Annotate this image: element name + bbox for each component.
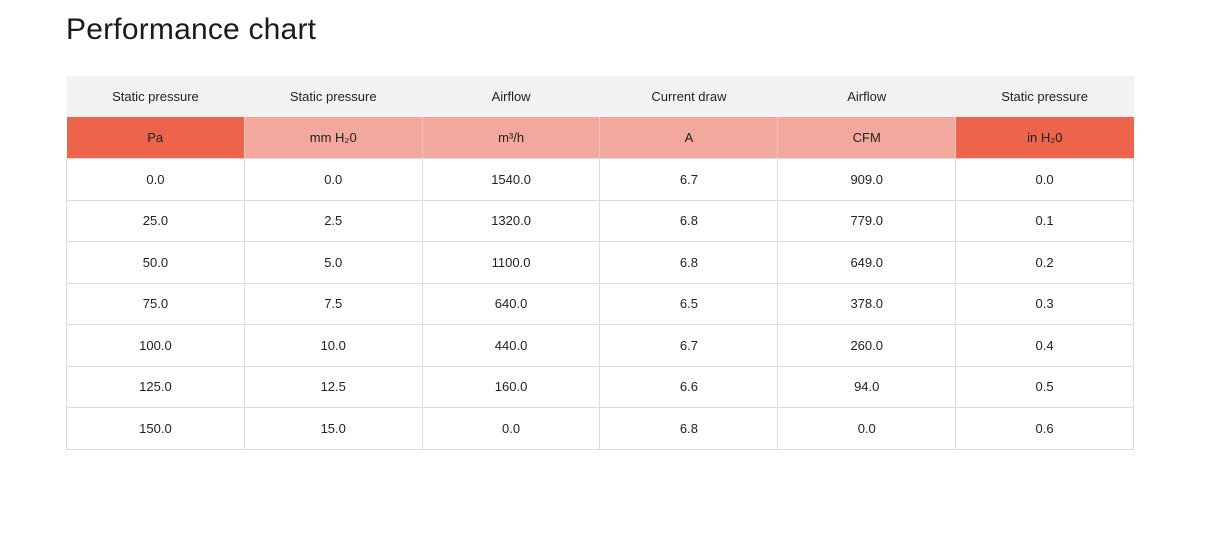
table-cell: 10.0 — [243, 324, 423, 367]
table-cell: 640.0 — [421, 282, 601, 325]
column-unit-row: Pa mm H₂0 m³/h A CFM in H₂0 — [66, 117, 1134, 159]
column-unit: Pa — [66, 117, 245, 159]
column-label-row: Static pressure Static pressure Airflow … — [66, 76, 1134, 117]
table-cell: 160.0 — [421, 365, 601, 408]
table-cell: 0.2 — [955, 241, 1134, 284]
table-cell: 2.5 — [243, 199, 423, 242]
table-cell: 125.0 — [66, 365, 245, 408]
column-unit: mm H₂0 — [243, 117, 423, 159]
column-label: Current draw — [599, 76, 778, 117]
table-row: 75.0 7.5 640.0 6.5 378.0 0.3 — [66, 282, 1134, 325]
page-title: Performance chart — [66, 13, 317, 46]
column-unit: in H₂0 — [955, 117, 1134, 159]
column-label: Airflow — [422, 76, 600, 117]
table-cell: 0.0 — [955, 158, 1134, 201]
table-cell: 0.0 — [777, 407, 957, 450]
column-label: Static pressure — [66, 76, 245, 117]
table-cell: 6.8 — [599, 407, 779, 450]
table-cell: 0.4 — [955, 324, 1134, 367]
table-cell: 779.0 — [777, 199, 957, 242]
table-row: 125.0 12.5 160.0 6.6 94.0 0.5 — [66, 365, 1134, 408]
table-cell: 1540.0 — [421, 158, 601, 201]
column-label: Static pressure — [244, 76, 423, 117]
table-cell: 0.1 — [955, 199, 1134, 242]
table-cell: 440.0 — [421, 324, 601, 367]
column-unit: CFM — [777, 117, 956, 159]
table-row: 150.0 15.0 0.0 6.8 0.0 0.6 — [66, 407, 1134, 450]
table-row: 100.0 10.0 440.0 6.7 260.0 0.4 — [66, 324, 1134, 367]
table-cell: 25.0 — [66, 199, 245, 242]
table-row: 0.0 0.0 1540.0 6.7 909.0 0.0 — [66, 158, 1134, 201]
table-cell: 0.0 — [243, 158, 423, 201]
column-unit: m³/h — [421, 117, 600, 159]
table-cell: 0.3 — [955, 282, 1134, 325]
performance-table: Static pressure Static pressure Airflow … — [66, 76, 1134, 450]
table-cell: 6.7 — [599, 324, 779, 367]
table-cell: 0.0 — [66, 158, 245, 201]
table-row: 50.0 5.0 1100.0 6.8 649.0 0.2 — [66, 241, 1134, 284]
table-cell: 75.0 — [66, 282, 245, 325]
table-cell: 7.5 — [243, 282, 423, 325]
table-header: Static pressure Static pressure Airflow … — [66, 76, 1134, 159]
table-cell: 649.0 — [777, 241, 957, 284]
column-label: Static pressure — [955, 76, 1134, 117]
table-cell: 5.0 — [243, 241, 423, 284]
column-label: Airflow — [777, 76, 956, 117]
table-cell: 6.5 — [599, 282, 779, 325]
table-cell: 50.0 — [66, 241, 245, 284]
table-cell: 0.6 — [955, 407, 1134, 450]
table-cell: 0.5 — [955, 365, 1134, 408]
table-cell: 6.8 — [599, 199, 779, 242]
table-cell: 1320.0 — [421, 199, 601, 242]
column-unit: A — [599, 117, 778, 159]
table-cell: 1100.0 — [421, 241, 601, 284]
table-cell: 12.5 — [243, 365, 423, 408]
table-cell: 260.0 — [777, 324, 957, 367]
table-row: 25.0 2.5 1320.0 6.8 779.0 0.1 — [66, 199, 1134, 242]
table-body: 0.0 0.0 1540.0 6.7 909.0 0.0 25.0 2.5 13… — [66, 158, 1134, 450]
table-cell: 6.6 — [599, 365, 779, 408]
table-cell: 6.7 — [599, 158, 779, 201]
table-cell: 0.0 — [421, 407, 601, 450]
table-cell: 100.0 — [66, 324, 245, 367]
table-cell: 94.0 — [777, 365, 957, 408]
table-cell: 15.0 — [243, 407, 423, 450]
table-cell: 150.0 — [66, 407, 245, 450]
table-cell: 909.0 — [777, 158, 957, 201]
table-cell: 6.8 — [599, 241, 779, 284]
table-cell: 378.0 — [777, 282, 957, 325]
